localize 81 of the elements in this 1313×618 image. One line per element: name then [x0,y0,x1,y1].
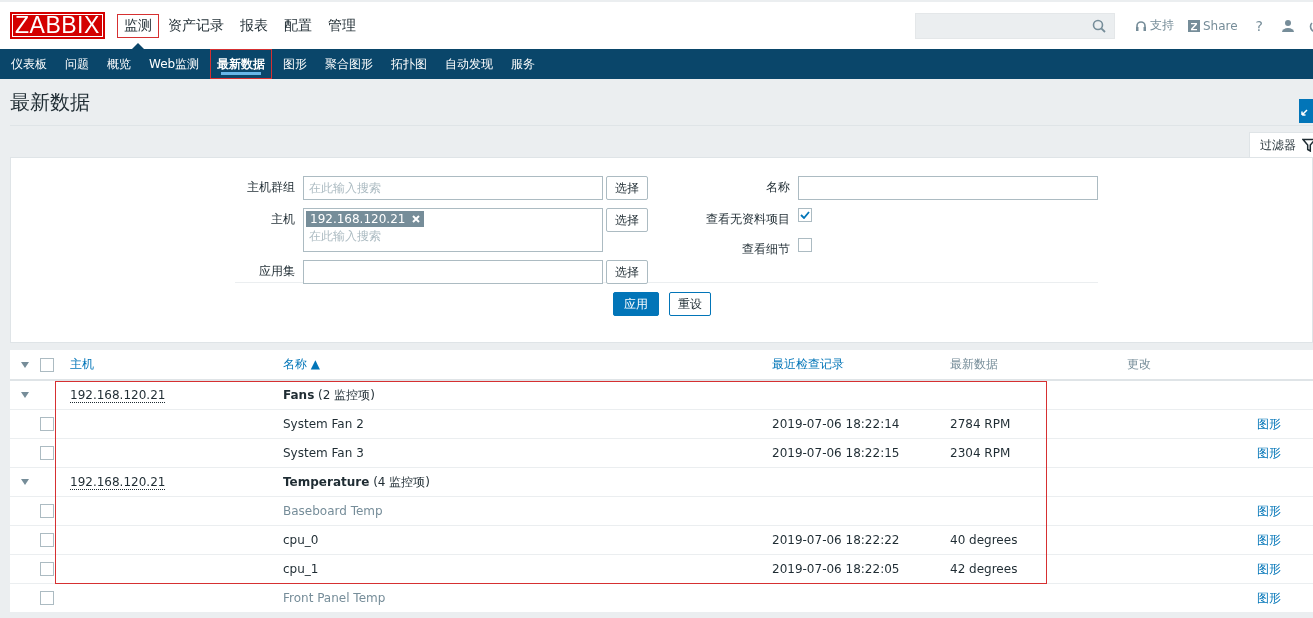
host-link[interactable]: 192.168.120.21 [70,475,166,490]
submenu-tab[interactable]: 拓扑图 [384,49,435,79]
submenu-tab[interactable]: 问题 [58,49,96,79]
column-header[interactable]: 名称 ▲ [283,357,321,371]
host-group-field[interactable]: 在此输入搜索 [303,176,603,200]
item-value: 2784 RPM [950,417,1012,431]
timestamp: 2019-07-06 18:22:15 [772,446,901,460]
column-title: 最新数据 [950,357,998,371]
application-field[interactable] [303,260,603,284]
select-all-checkbox[interactable] [40,357,54,372]
submenu-tab[interactable]: Web监测 [142,49,207,79]
row-checkbox[interactable] [40,562,54,576]
checkbox[interactable] [798,238,812,252]
page-title: 最新数据 [10,88,90,116]
name-field[interactable] [798,176,1098,200]
item-name: Front Panel Temp [283,591,387,605]
item-value: 40 degrees [950,533,1019,547]
column-title: 更改 [1127,357,1151,371]
submenu-tab[interactable]: 聚合图形 [318,49,381,79]
timestamp: 2019-07-06 18:22:14 [772,417,901,431]
item-name: System Fan 2 [283,417,365,431]
field-label: 应用集 [258,263,295,280]
submenu-tab[interactable]: 概览 [100,49,138,79]
z-logo-icon[interactable] [1187,19,1200,32]
application-name: Temperature (4 监控项) [283,474,430,489]
timestamp: 2019-07-06 18:22:22 [772,533,901,547]
menu-tab[interactable]: 报表 [232,14,275,38]
menu-tab[interactable]: 管理 [320,14,363,38]
submenu-tab[interactable]: 最新数据 [210,49,273,79]
select-button[interactable]: 选择 [606,176,648,200]
collapse-all-icon[interactable] [21,361,29,368]
row-checkbox[interactable] [40,417,54,431]
checkbox[interactable] [798,208,812,222]
row-checkbox[interactable] [40,446,54,460]
host-link[interactable]: 192.168.120.21 [70,388,166,403]
item-name: cpu_1 [283,562,320,576]
item-name: System Fan 3 [283,446,365,460]
item-value: 2304 RPM [950,446,1012,460]
graph-link[interactable]: 图形 [1257,416,1281,431]
application-name: Fans (2 监控项) [283,387,375,402]
column-header[interactable]: 最近检查记录 [772,357,844,371]
user-icon[interactable] [1281,18,1295,33]
help-link[interactable]: ? [1255,17,1263,34]
select-button[interactable]: 选择 [606,208,648,232]
submenu-tab[interactable]: 自动发现 [438,49,501,79]
item-value: 42 degrees [950,562,1019,576]
item-name: Baseboard Temp [283,504,384,518]
apply-button[interactable]: 应用 [612,292,659,316]
fullscreen-button[interactable] [1299,99,1313,123]
menu-tab[interactable]: 监测 [116,14,159,38]
item-name: cpu_0 [283,533,320,547]
select-button[interactable]: 选择 [606,260,648,284]
checkbox-label: 查看无资料项目 [705,211,790,228]
zabbix-logo[interactable]: ZABBIX [10,12,105,39]
menu-tab[interactable]: 资产记录 [160,14,231,38]
column-header[interactable]: 主机 [70,357,94,371]
reset-button[interactable]: 重设 [668,292,711,316]
host-tag: 192.168.120.21 [306,211,425,227]
graph-link[interactable]: 图形 [1257,561,1281,576]
submenu-tab[interactable]: 仪表板 [4,49,54,79]
filter-tab[interactable]: 过滤器 [1249,132,1313,157]
field-label: 名称 [765,179,790,196]
filter-icon[interactable] [1302,138,1313,152]
search-field[interactable] [914,12,1115,39]
support-link[interactable]: 支持 [1134,17,1174,34]
submenu-tab[interactable]: 服务 [504,49,543,79]
menu-tab[interactable]: 配置 [276,14,319,38]
field-label: 主机群组 [246,179,295,196]
row-checkbox[interactable] [40,533,54,547]
remove-icon[interactable] [412,215,421,223]
share-link[interactable]: Share [1187,18,1238,33]
submenu-tab[interactable]: 图形 [276,49,315,79]
collapse-arrow-icon[interactable] [21,391,29,399]
checkbox-label: 查看细节 [741,241,790,258]
timestamp: 2019-07-06 18:22:05 [772,562,901,576]
graph-link[interactable]: 图形 [1257,445,1281,460]
headset-icon[interactable] [1134,19,1147,32]
search-icon[interactable] [1091,18,1106,33]
graph-link[interactable]: 图形 [1257,532,1281,547]
field-label: 主机 [270,211,295,228]
collapse-arrow-icon[interactable] [21,478,29,486]
